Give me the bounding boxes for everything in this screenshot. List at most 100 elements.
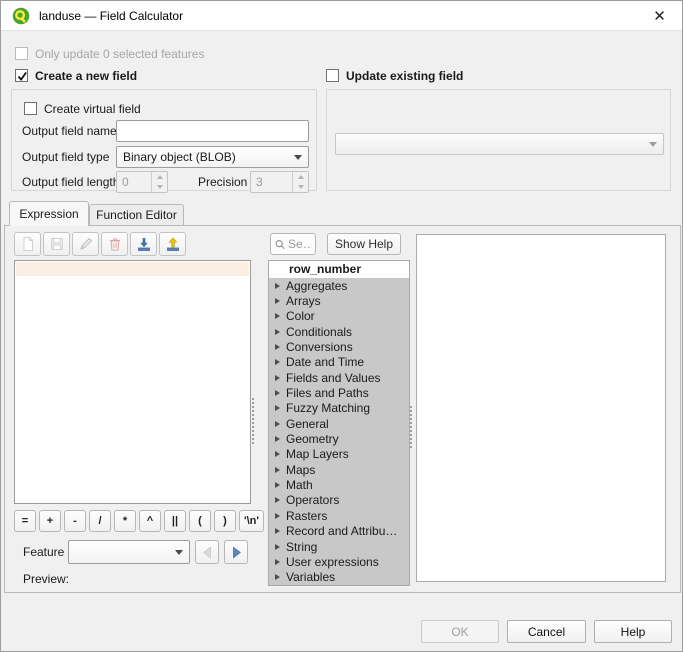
operator-button[interactable]: - bbox=[64, 510, 86, 532]
tree-item-row-number[interactable]: row_number bbox=[269, 261, 409, 278]
expander-triangle-icon[interactable] bbox=[275, 544, 280, 550]
function-tree[interactable]: row_number Aggregates Arrays bbox=[268, 260, 410, 586]
show-help-button[interactable]: Show Help bbox=[327, 233, 401, 255]
tab-expression[interactable]: Expression bbox=[9, 201, 89, 226]
tree-group-item[interactable]: Arrays bbox=[269, 293, 409, 308]
tree-group-label: Date and Time bbox=[286, 355, 364, 369]
spin-up-icon bbox=[293, 172, 308, 182]
expander-triangle-icon[interactable] bbox=[275, 482, 280, 488]
expander-triangle-icon[interactable] bbox=[275, 390, 280, 396]
expander-triangle-icon[interactable] bbox=[275, 574, 280, 580]
operator-button[interactable]: ^ bbox=[139, 510, 161, 532]
tree-group-item[interactable]: Maps bbox=[269, 462, 409, 477]
expander-triangle-icon[interactable] bbox=[275, 329, 280, 335]
expander-triangle-icon[interactable] bbox=[275, 283, 280, 289]
previous-feature-button[interactable] bbox=[195, 540, 219, 564]
tree-group-item[interactable]: Color bbox=[269, 309, 409, 324]
expander-triangle-icon[interactable] bbox=[275, 451, 280, 457]
only-update-checkbox[interactable]: Only update 0 selected features bbox=[15, 46, 204, 61]
new-expression-button[interactable] bbox=[14, 232, 41, 256]
expression-toolbar bbox=[14, 232, 186, 256]
tree-group-item[interactable]: General bbox=[269, 416, 409, 431]
expression-editor[interactable] bbox=[14, 260, 251, 504]
expander-triangle-icon[interactable] bbox=[275, 359, 280, 365]
splitter-handle[interactable] bbox=[252, 398, 256, 444]
window-title: landuse — Field Calculator bbox=[39, 1, 183, 31]
tree-group-label: Geometry bbox=[286, 432, 339, 446]
expander-triangle-icon[interactable] bbox=[275, 497, 280, 503]
ok-button[interactable]: OK bbox=[421, 620, 499, 643]
search-input[interactable] bbox=[288, 237, 312, 251]
save-expression-button[interactable] bbox=[43, 232, 70, 256]
operator-button[interactable]: ) bbox=[214, 510, 236, 532]
create-virtual-field-checkbox[interactable]: Create virtual field bbox=[24, 101, 141, 116]
update-existing-field-checkbox[interactable]: Update existing field bbox=[326, 68, 463, 83]
expander-triangle-icon[interactable] bbox=[275, 313, 280, 319]
operator-button[interactable]: '\n' bbox=[239, 510, 264, 532]
splitter-handle[interactable] bbox=[410, 406, 414, 448]
edit-expression-button[interactable] bbox=[72, 232, 99, 256]
tree-group-item[interactable]: Date and Time bbox=[269, 355, 409, 370]
spinner-buttons[interactable] bbox=[151, 172, 167, 192]
tree-group-item[interactable]: String bbox=[269, 539, 409, 554]
tree-group-label: Rasters bbox=[286, 509, 327, 523]
tree-group-label: Files and Paths bbox=[286, 386, 369, 400]
tree-group-item[interactable]: Conversions bbox=[269, 339, 409, 354]
tree-group-item[interactable]: Fields and Values bbox=[269, 370, 409, 385]
spin-down-icon bbox=[152, 182, 167, 192]
operator-button[interactable]: * bbox=[114, 510, 136, 532]
tree-group-item[interactable]: User expressions bbox=[269, 554, 409, 569]
output-field-name-input[interactable] bbox=[116, 120, 309, 142]
function-search[interactable] bbox=[270, 233, 316, 255]
expander-triangle-icon[interactable] bbox=[275, 436, 280, 442]
tree-group-item[interactable]: Files and Paths bbox=[269, 385, 409, 400]
expander-triangle-icon[interactable] bbox=[275, 528, 280, 534]
import-expression-button[interactable] bbox=[130, 232, 157, 256]
operator-button[interactable]: + bbox=[39, 510, 61, 532]
expander-triangle-icon[interactable] bbox=[275, 559, 280, 565]
output-field-length-spinner[interactable]: 0 bbox=[116, 171, 168, 193]
feature-label: Feature bbox=[23, 540, 64, 564]
export-expression-button[interactable] bbox=[159, 232, 186, 256]
chevron-down-icon bbox=[649, 142, 657, 147]
tree-group-item[interactable]: Variables bbox=[269, 570, 409, 585]
help-button[interactable]: Help bbox=[594, 620, 672, 643]
operator-button[interactable]: ( bbox=[189, 510, 211, 532]
tree-group-item[interactable]: Math bbox=[269, 477, 409, 492]
expander-triangle-icon[interactable] bbox=[275, 513, 280, 519]
expander-triangle-icon[interactable] bbox=[275, 405, 280, 411]
tree-group-item[interactable]: Geometry bbox=[269, 431, 409, 446]
close-icon[interactable]: ✕ bbox=[637, 1, 682, 31]
expander-triangle-icon[interactable] bbox=[275, 467, 280, 473]
expander-triangle-icon[interactable] bbox=[275, 344, 280, 350]
precision-spinner[interactable]: 3 bbox=[250, 171, 309, 193]
delete-expression-button[interactable] bbox=[101, 232, 128, 256]
create-new-field-checkbox[interactable]: Create a new field bbox=[15, 68, 137, 83]
output-field-type-combo[interactable]: Binary object (BLOB) bbox=[116, 146, 309, 168]
current-line-highlight bbox=[16, 262, 249, 276]
tree-group-item[interactable]: Operators bbox=[269, 493, 409, 508]
spinner-buttons[interactable] bbox=[292, 172, 308, 192]
feature-combo[interactable] bbox=[68, 540, 190, 564]
expander-triangle-icon[interactable] bbox=[275, 298, 280, 304]
arrow-right-icon bbox=[229, 545, 244, 560]
output-field-length-label: Output field length bbox=[22, 171, 119, 193]
operator-button[interactable]: || bbox=[164, 510, 186, 532]
cancel-button[interactable]: Cancel bbox=[507, 620, 586, 643]
tree-group-item[interactable]: Conditionals bbox=[269, 324, 409, 339]
tree-group-item[interactable]: Record and Attribu… bbox=[269, 524, 409, 539]
tab-function-editor[interactable]: Function Editor bbox=[89, 204, 184, 225]
import-arrow-down-icon bbox=[136, 236, 152, 252]
tree-group-item[interactable]: Aggregates bbox=[269, 278, 409, 293]
tree-group-item[interactable]: Rasters bbox=[269, 508, 409, 523]
new-field-group: Create virtual field Output field name O… bbox=[11, 89, 317, 191]
tree-group-item[interactable]: Fuzzy Matching bbox=[269, 401, 409, 416]
existing-field-combo[interactable] bbox=[335, 133, 664, 155]
operator-button[interactable]: / bbox=[89, 510, 111, 532]
next-feature-button[interactable] bbox=[224, 540, 248, 564]
tree-group-item[interactable]: Map Layers bbox=[269, 447, 409, 462]
expander-triangle-icon[interactable] bbox=[275, 421, 280, 427]
expander-triangle-icon[interactable] bbox=[275, 375, 280, 381]
operator-button[interactable]: = bbox=[14, 510, 36, 532]
precision-value: 3 bbox=[251, 172, 292, 192]
